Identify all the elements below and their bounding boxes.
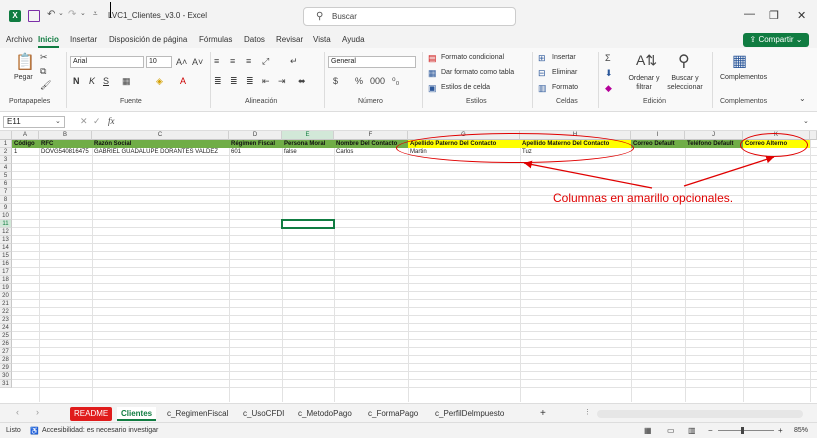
arrow-to-apellidos	[523, 160, 653, 189]
page-layout-icon[interactable]: ▭	[667, 426, 675, 435]
annotation-arrows	[523, 155, 775, 189]
sheet-tab-perfildelimpuesto[interactable]: c_PerfilDelmpuesto	[431, 407, 508, 421]
accessibility-status[interactable]: Accesibilidad: es necesario investigar	[42, 427, 158, 434]
sheet-tab-metodopago[interactable]: c_MetodoPago	[294, 407, 356, 421]
sheet-tab-clientes[interactable]: Clientes	[117, 407, 157, 421]
zoom-level[interactable]: 85%	[794, 427, 808, 434]
accessibility-icon[interactable]: ♿	[30, 427, 39, 435]
scroll-tabs-left-icon[interactable]: ‹	[16, 407, 19, 417]
status-bar: Listo ♿ Accesibilidad: es necesario inve…	[0, 422, 817, 438]
sheet-tab-regimenfiscal[interactable]: c_RegimenFiscal	[163, 407, 232, 421]
page-break-icon[interactable]: ▥	[688, 426, 696, 435]
sheet-tabs-bar: ‹ › README Clientes c_RegimenFiscal c_Us…	[0, 403, 817, 422]
status-ready: Listo	[6, 427, 21, 434]
arrow-to-correo-alterno	[683, 155, 775, 187]
horizontal-scrollbar[interactable]	[597, 410, 803, 418]
normal-view-icon[interactable]: ▦	[644, 426, 652, 435]
sheet-tab-formapago[interactable]: c_FormaPago	[364, 407, 422, 421]
add-sheet-button[interactable]: +	[536, 407, 550, 421]
sheet-tab-usocfdi[interactable]: c_UsoCFDI	[239, 407, 288, 421]
sheet-tab-readme[interactable]: README	[70, 407, 113, 421]
zoom-in-icon[interactable]: +	[778, 426, 783, 435]
zoom-slider-thumb[interactable]	[741, 427, 744, 434]
tabs-options-icon[interactable]: ⋮	[584, 408, 591, 416]
zoom-slider[interactable]	[718, 430, 774, 431]
zoom-out-icon[interactable]: −	[708, 426, 713, 435]
annotation-text: Columnas en amarillo opcionales.	[553, 191, 734, 205]
scroll-tabs-right-icon[interactable]: ›	[36, 407, 39, 417]
